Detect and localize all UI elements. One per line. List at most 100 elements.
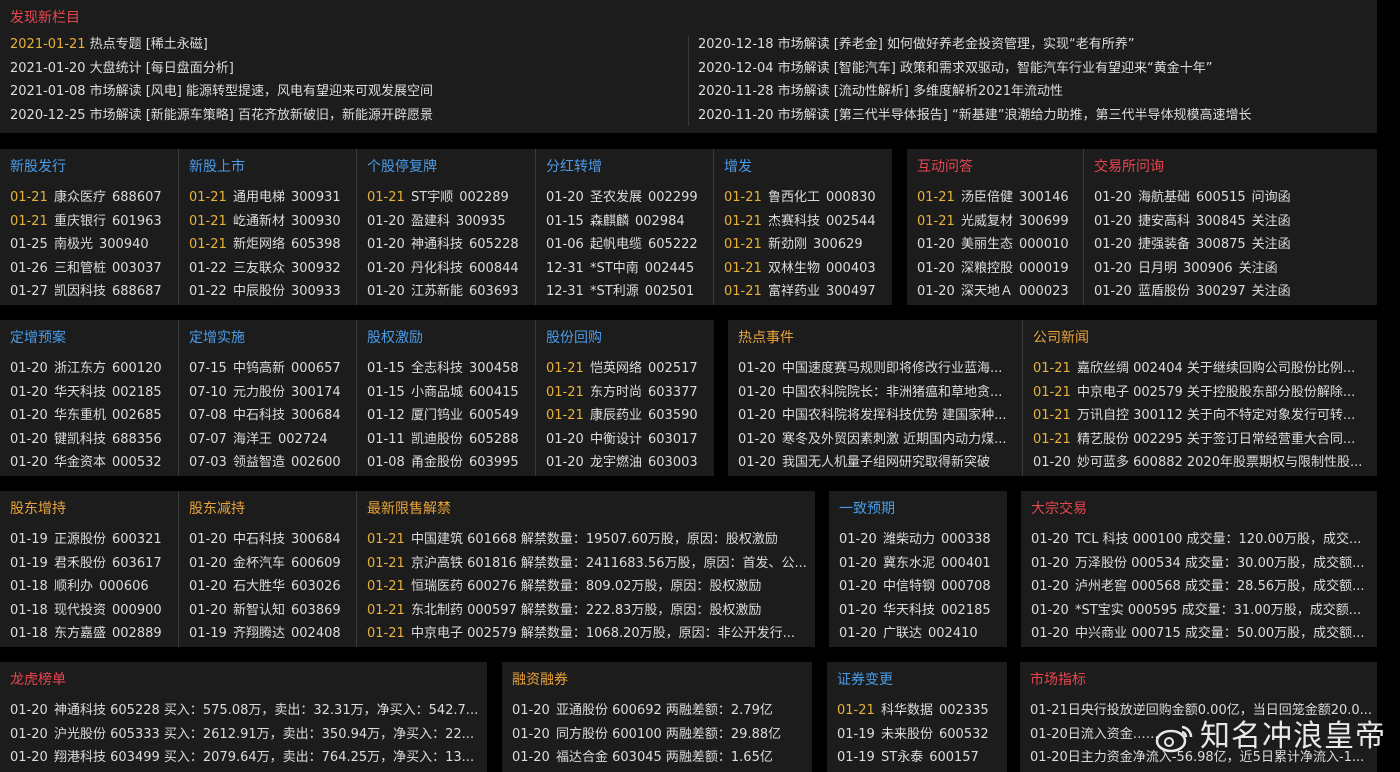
- list-item[interactable]: 01-27 凯因科技 688687: [10, 280, 174, 304]
- list-item[interactable]: 01-20 键凯科技 688356: [10, 428, 174, 452]
- list-item[interactable]: 01-21 鲁西化工 000830: [724, 186, 889, 210]
- list-item[interactable]: 01-20 中衡设计 603017: [546, 428, 711, 452]
- list-item[interactable]: 01-22 中辰股份 300933: [189, 280, 353, 304]
- list-item[interactable]: 07-03 领益智造 002600: [189, 451, 353, 475]
- list-item[interactable]: 01-20 丹化科技 600844: [367, 257, 532, 281]
- list-item[interactable]: 01-20 中国农科院将发挥科技优势 建国家种...: [738, 404, 1018, 428]
- list-item[interactable]: 01-20 我国无人机量子组网研究取得新突破: [738, 451, 1018, 475]
- list-item[interactable]: 01-21 新劲刚 300629: [724, 233, 889, 257]
- list-item[interactable]: 01-20 中石科技 300684: [189, 528, 353, 552]
- list-item[interactable]: 01-20 中国速度赛马规则即将修改行业蓝海...: [738, 357, 1018, 381]
- list-item[interactable]: 12-31 *ST中南 002445: [546, 257, 710, 281]
- list-item[interactable]: 01-20 寒冬及外贸因素刺激 近期国内动力煤...: [738, 428, 1018, 452]
- section-title[interactable]: 热点事件: [738, 327, 794, 347]
- list-item[interactable]: 07-07 海洋王 002724: [189, 428, 353, 452]
- section-title[interactable]: 分红转增: [546, 156, 602, 176]
- section-title[interactable]: 个股停复牌: [367, 156, 437, 176]
- news-item[interactable]: 2020-12-25 市场解读 [新能源车策略] 百花齐放新破旧，新能源开辟愿景: [10, 104, 680, 128]
- list-item[interactable]: 01-21 通用电梯 300931: [189, 186, 353, 210]
- list-item[interactable]: 01-21 中京电子 002579 关于控股股东部分股份解除...: [1033, 381, 1374, 405]
- list-item[interactable]: 01-20 福达合金 603045 两融差额：1.65亿: [512, 746, 808, 770]
- list-item[interactable]: 01-06 起帆电缆 605222: [546, 233, 710, 257]
- list-item[interactable]: 01-19 正源股份 600321: [10, 528, 174, 552]
- list-item[interactable]: 01-19 未来股份 600532: [837, 723, 1003, 747]
- list-item[interactable]: 07-08 中石科技 300684: [189, 404, 353, 428]
- list-item[interactable]: 01-20 华天科技 002185: [839, 599, 1003, 623]
- list-item[interactable]: 01-20 美丽生态 000010: [917, 233, 1079, 257]
- list-item[interactable]: 01-25 南极光 300940: [10, 233, 174, 257]
- list-item[interactable]: 01-21 屹通新材 300930: [189, 210, 353, 234]
- list-item[interactable]: 01-20 深粮控股 000019: [917, 257, 1079, 281]
- list-item[interactable]: 01-21 恒瑞医药 600276 解禁数量：809.02万股，原因：股权激励: [367, 575, 812, 599]
- list-item[interactable]: 01-22 三友联众 300932: [189, 257, 353, 281]
- list-item[interactable]: 01-20 沪光股份 605333 买入：2612.91万，卖出：350.94万，…: [10, 723, 483, 747]
- list-item[interactable]: 01-20 蓝盾股份 300297 关注函: [1094, 280, 1374, 304]
- list-item[interactable]: 01-12 厦门钨业 600549: [367, 404, 532, 428]
- list-item[interactable]: 01-20 龙宇燃油 603003: [546, 451, 711, 475]
- news-item[interactable]: 2020-11-20 市场解读 [第三代半导体报告] “新基建”浪潮给力助推，第三…: [698, 104, 1373, 128]
- list-item[interactable]: 01-20 *ST宝实 000595 成交量：31.00万股，成交额...: [1031, 599, 1373, 623]
- news-item[interactable]: 2020-12-04 市场解读 [智能汽车] 政策和需求双驱动，智能汽车行业有望迎…: [698, 57, 1373, 81]
- list-item[interactable]: 01-21 ST宇顺 002289: [367, 186, 532, 210]
- section-title[interactable]: 股份回购: [546, 327, 602, 347]
- list-item[interactable]: 01-19 ST永泰 600157: [837, 746, 1003, 770]
- list-item[interactable]: 01-20 神通科技 605228 买入：575.08万，卖出：32.31万，净买…: [10, 699, 483, 723]
- list-item[interactable]: 01-20 同方股份 600100 两融差额：29.88亿: [512, 723, 808, 747]
- list-item[interactable]: 01-18 东方嘉盛 002889: [10, 622, 174, 646]
- list-item[interactable]: 01-21 中京电子 002579 解禁数量：1068.20万股，原因：非公开发行…: [367, 622, 812, 646]
- list-item[interactable]: 01-20 妙可蓝多 600882 2020年股票期权与限制性股...: [1033, 451, 1374, 475]
- list-item[interactable]: 01-21 京沪高铁 601816 解禁数量：2411683.56万股，原因：首发…: [367, 552, 812, 576]
- list-item[interactable]: 01-20 中兴商业 000715 成交量：50.00万股，成交额...: [1031, 622, 1373, 646]
- list-item[interactable]: 01-20 冀东水泥 000401: [839, 552, 1003, 576]
- list-item[interactable]: 01-21 恺英网络 002517: [546, 357, 711, 381]
- list-item[interactable]: 01-20 圣农发展 002299: [546, 186, 710, 210]
- news-item[interactable]: 2021-01-08 市场解读 [风电] 能源转型提速，风电有望迎来可观发展空间: [10, 80, 680, 104]
- list-item[interactable]: 01-21 嘉欣丝绸 002404 关于继续回购公司股份比例...: [1033, 357, 1374, 381]
- news-item[interactable]: 2020-11-28 市场解读 [流动性解析] 多维度解析2021年流动性: [698, 80, 1373, 104]
- list-item[interactable]: 01-20 潍柴动力 000338: [839, 528, 1003, 552]
- list-item[interactable]: 01-21 杰赛科技 002544: [724, 210, 889, 234]
- section-title[interactable]: 交易所问询: [1094, 156, 1164, 176]
- list-item[interactable]: 01-19 齐翔腾达 002408: [189, 622, 353, 646]
- list-item[interactable]: 01-20 中国农科院院长：非洲猪瘟和草地贪...: [738, 381, 1018, 405]
- list-item[interactable]: 01-11 凯迪股份 605288: [367, 428, 532, 452]
- list-item[interactable]: 01-20 TCL 科技 000100 成交量：120.00万股，成交...: [1031, 528, 1373, 552]
- list-item[interactable]: 01-15 小商品城 600415: [367, 381, 532, 405]
- list-item[interactable]: 01-20 万泽股份 000534 成交量：30.00万股，成交额...: [1031, 552, 1373, 576]
- section-title[interactable]: 龙虎榜单: [10, 669, 66, 689]
- list-item[interactable]: 01-20 金杯汽车 600609: [189, 552, 353, 576]
- section-title[interactable]: 新股上市: [189, 156, 245, 176]
- list-item[interactable]: 01-21 精艺股份 002295 关于签订日常经营重大合同...: [1033, 428, 1374, 452]
- section-title[interactable]: 互动问答: [917, 156, 973, 176]
- list-item[interactable]: 01-20 亚通股份 600692 两融差额：2.79亿: [512, 699, 808, 723]
- list-item[interactable]: 01-20 浙江东方 600120: [10, 357, 174, 381]
- section-title[interactable]: 一致预期: [839, 498, 895, 518]
- section-title[interactable]: 股东减持: [189, 498, 245, 518]
- list-item[interactable]: 01-21 汤臣倍健 300146: [917, 186, 1079, 210]
- list-item[interactable]: 01-20 盈建科 300935: [367, 210, 532, 234]
- list-item[interactable]: 01-20 捷强装备 300875 关注函: [1094, 233, 1374, 257]
- list-item[interactable]: 01-21 双林生物 000403: [724, 257, 889, 281]
- list-item[interactable]: 01-20 广联达 002410: [839, 622, 1003, 646]
- section-title[interactable]: 股权激励: [367, 327, 423, 347]
- list-item[interactable]: 01-21 万讯自控 300112 关于向不特定对象发行可转...: [1033, 404, 1374, 428]
- list-item[interactable]: 01-21 中国建筑 601668 解禁数量：19507.60万股，原因：股权激励: [367, 528, 812, 552]
- list-item[interactable]: 07-10 元力股份 300174: [189, 381, 353, 405]
- section-title[interactable]: 证券变更: [837, 669, 893, 689]
- list-item[interactable]: 01-21 新炬网络 605398: [189, 233, 353, 257]
- list-item[interactable]: 01-21 光威复材 300699: [917, 210, 1079, 234]
- list-item[interactable]: 01-20 翔港科技 603499 买入：2079.64万，卖出：764.25万，…: [10, 746, 483, 770]
- list-item[interactable]: 01-20 石大胜华 603026: [189, 575, 353, 599]
- section-title[interactable]: 市场指标: [1030, 669, 1086, 689]
- list-item[interactable]: 01-18 顺利办 000606: [10, 575, 174, 599]
- list-item[interactable]: 01-21 富祥药业 300497: [724, 280, 889, 304]
- list-item[interactable]: 01-20 深天地Ａ 000023: [917, 280, 1079, 304]
- list-item[interactable]: 01-20 海航基础 600515 问询函: [1094, 186, 1374, 210]
- section-title[interactable]: 新股发行: [10, 156, 66, 176]
- section-title[interactable]: 融资融券: [512, 669, 568, 689]
- list-item[interactable]: 01-21 重庆银行 601963: [10, 210, 174, 234]
- news-item[interactable]: 2021-01-21 热点专题 [稀土永磁]: [10, 33, 680, 57]
- section-title[interactable]: 大宗交易: [1031, 498, 1087, 518]
- list-item[interactable]: 01-20 日月明 300906 关注函: [1094, 257, 1374, 281]
- list-item[interactable]: 01-21 东北制药 000597 解禁数量：222.83万股，原因：股权激励: [367, 599, 812, 623]
